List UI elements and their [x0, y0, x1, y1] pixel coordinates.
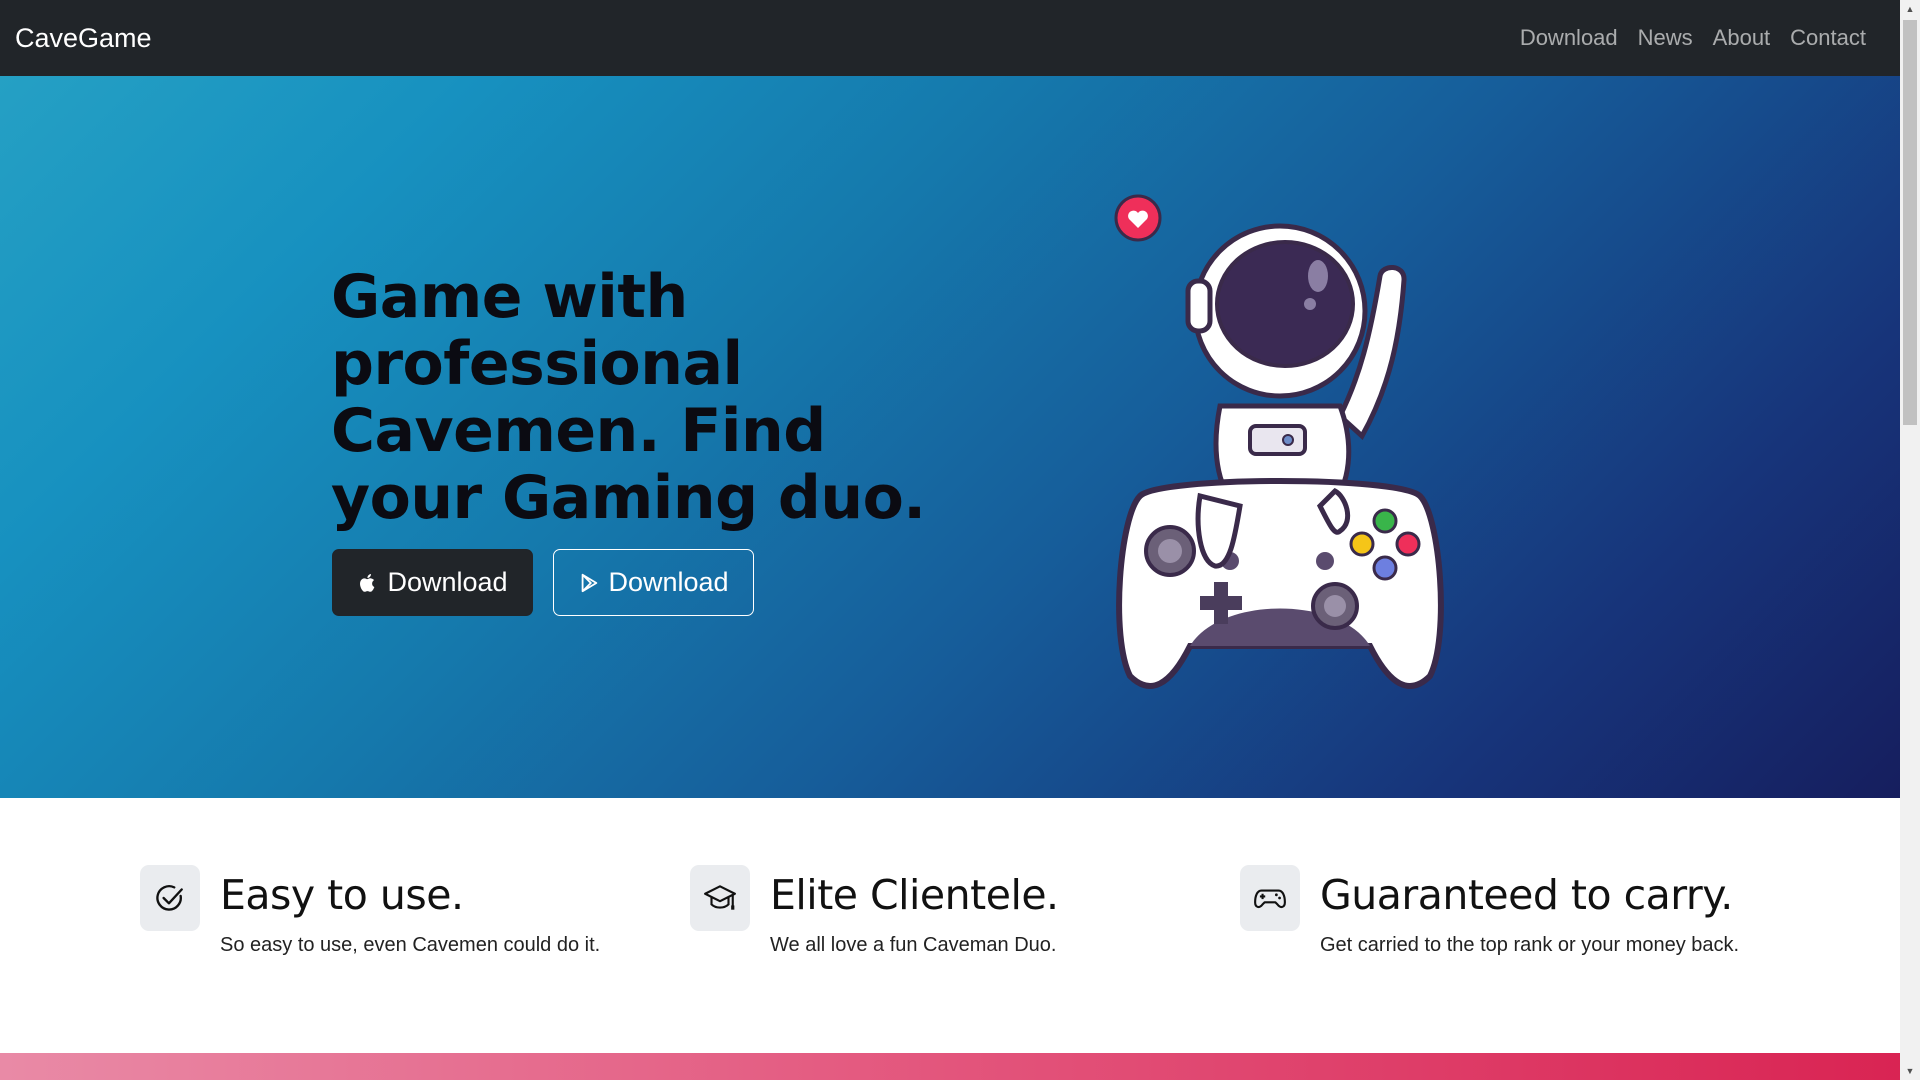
feature-title: Elite Clientele.	[770, 871, 1059, 919]
astronaut-gamepad-illustration	[1114, 194, 1444, 689]
feature-title: Guaranteed to carry.	[1320, 871, 1733, 919]
feature-easy-to-use: Easy to use. So easy to use, even Caveme…	[140, 865, 600, 957]
nav-link-news[interactable]: News	[1628, 25, 1703, 51]
navbar: CaveGame Download News About Contact	[0, 0, 1900, 76]
scroll-thumb[interactable]	[1903, 20, 1917, 425]
hero-section: Game with professional Cavemen. Find you…	[0, 76, 1900, 798]
check-circle-icon	[140, 865, 200, 931]
feature-elite-clientele: Elite Clientele. We all love a fun Cavem…	[690, 865, 1059, 957]
bottom-gradient-band	[0, 1053, 1900, 1080]
controller-icon	[1240, 865, 1300, 931]
download-apple-button[interactable]: Download	[332, 549, 533, 616]
scroll-down-arrow-icon[interactable]: ▼	[1900, 1062, 1920, 1080]
graduation-cap-icon	[690, 865, 750, 931]
page-scrollbar[interactable]: ▲ ▼	[1900, 0, 1920, 1080]
download-play-button[interactable]: Download	[553, 549, 754, 616]
nav-link-download[interactable]: Download	[1510, 25, 1628, 51]
feature-text: So easy to use, even Cavemen could do it…	[220, 934, 601, 956]
google-play-icon	[582, 573, 598, 592]
feature-text: Get carried to the top rank or your mone…	[1320, 934, 1740, 956]
nav-link-contact[interactable]: Contact	[1780, 25, 1876, 51]
scroll-up-arrow-icon[interactable]: ▲	[1900, 0, 1920, 18]
feature-title: Easy to use.	[220, 871, 464, 919]
feature-text: We all love a fun Caveman Duo.	[770, 934, 1057, 956]
download-play-label: Download	[608, 567, 729, 597]
apple-icon	[360, 573, 375, 592]
feature-guaranteed-carry: Guaranteed to carry. Get carried to the …	[1240, 865, 1739, 957]
page: CaveGame Download News About Contact Gam…	[0, 0, 1920, 1080]
download-apple-label: Download	[387, 567, 508, 597]
nav-links: Download News About Contact	[1510, 25, 1876, 51]
heart-bubble-icon	[1114, 194, 1162, 242]
brand-link[interactable]: CaveGame	[15, 23, 152, 54]
hero-title: Game with professional Cavemen. Find you…	[331, 262, 926, 533]
nav-link-about[interactable]: About	[1703, 25, 1781, 51]
